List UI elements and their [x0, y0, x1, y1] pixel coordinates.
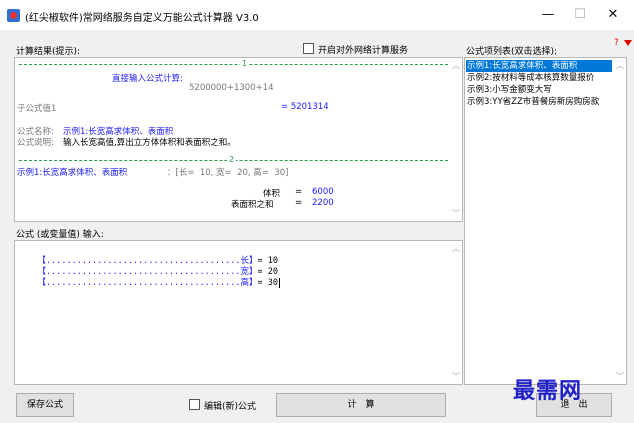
separator-2-number: 2 [227, 155, 237, 164]
surface-eq: = [295, 198, 303, 208]
volume-value: 6000 [312, 187, 334, 197]
input-line-height[interactable]: 【......................................高… [17, 266, 280, 298]
separator-1-number: 1 [240, 59, 250, 68]
example-line-name: 示例1:长宽高求体积、表面积 [17, 168, 128, 178]
direct-expression: 5200000+1300+14 [189, 83, 274, 93]
scroll-down-icon[interactable]: ﹀ [616, 371, 624, 382]
formula-list-item[interactable]: 示例3:小写金额变大写 [466, 84, 612, 96]
minimize-button[interactable]: — [533, 5, 563, 25]
surface-label: 表面积之和 [231, 200, 274, 210]
direct-input-title: 直接输入公式计算: [112, 74, 183, 84]
example-line-params: ：[长= 10, 宽= 20, 高= 30] [167, 168, 289, 178]
scroll-up-icon[interactable]: ︿ [452, 243, 460, 254]
formula-desc-value: 输入长宽高值,算出立方体体积和表面积之和。 [63, 138, 236, 148]
help-icon[interactable]: ? [614, 38, 619, 48]
formula-list-item[interactable]: 示例1:长宽高求体积、表面积 [466, 60, 612, 72]
dropdown-arrow-icon[interactable] [624, 40, 632, 46]
edit-new-formula-checkbox[interactable] [189, 399, 200, 410]
result-panel[interactable]: 1 直接输入公式计算: 5200000+1300+14 子公式值1 = 5201… [14, 57, 463, 222]
app-icon [7, 9, 20, 22]
network-service-checkbox[interactable] [303, 43, 314, 54]
scroll-up-icon[interactable]: ︿ [452, 60, 460, 71]
maximize-button[interactable]: ☐ [565, 5, 595, 25]
sub-formula-label: 子公式值1 [17, 104, 57, 114]
scroll-down-icon[interactable]: ﹀ [452, 371, 460, 382]
window-title: (红尖椒软件)常网络服务自定义万能公式计算器 V3.0 [25, 13, 259, 24]
formula-list-item[interactable]: 示例3:YY省ZZ市普餐房新房购房款 [466, 96, 612, 108]
result-scrollbar[interactable]: ︿ ﹀ [450, 58, 462, 221]
save-formula-button[interactable]: 保存公式 [16, 393, 74, 417]
formula-list-scrollbar[interactable]: ︿ ﹀ [614, 58, 626, 384]
input-scrollbar[interactable]: ︿ ﹀ [450, 241, 462, 384]
result-label: 计算结果(提示): [16, 47, 81, 57]
edit-new-formula-label: 编辑(新)公式 [204, 402, 257, 412]
watermark-text: 最需网 [513, 378, 583, 404]
scroll-down-icon[interactable]: ﹀ [452, 208, 460, 219]
sub-formula-value: = 5201314 [281, 102, 329, 112]
scroll-up-icon[interactable]: ︿ [616, 60, 624, 71]
calculate-button[interactable]: 计 算 [276, 393, 446, 417]
input-label: 公式 (或变量值) 输入: [16, 230, 104, 240]
separator-1 [19, 64, 448, 65]
formula-list-item[interactable]: 示例2:按材料等成本核算数量报价 [466, 72, 612, 84]
close-button[interactable]: ✕ [598, 5, 628, 25]
volume-eq: = [295, 187, 303, 197]
formula-list[interactable]: 示例1:长宽高求体积、表面积 示例2:按材料等成本核算数量报价 示例3:小写金额… [464, 57, 627, 385]
formula-list-label: 公式项列表(双击选择): [466, 47, 558, 57]
formula-input-area[interactable]: 【......................................长… [14, 240, 463, 385]
network-service-label: 开启对外网络计算服务 [318, 46, 409, 56]
title-bar: (红尖椒软件)常网络服务自定义万能公式计算器 V3.0 — ☐ ✕ [0, 0, 634, 30]
text-cursor: ​ [278, 278, 280, 288]
surface-value: 2200 [312, 198, 334, 208]
formula-desc-label: 公式说明: [17, 138, 54, 148]
